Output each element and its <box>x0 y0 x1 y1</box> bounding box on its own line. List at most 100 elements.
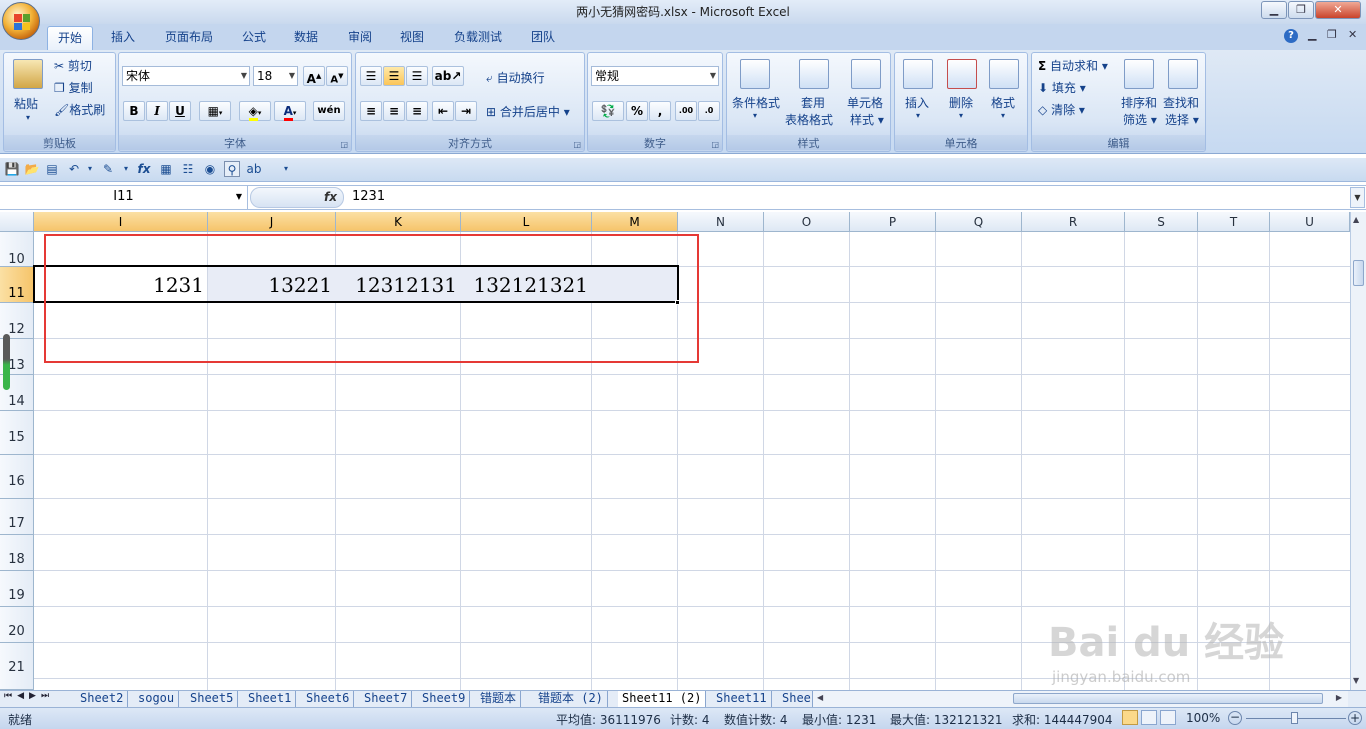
decrease-decimal-button[interactable]: .0 <box>698 101 720 121</box>
filter-icon[interactable]: ⚲ <box>224 161 240 177</box>
align-bottom-button[interactable]: ☰ <box>406 66 428 86</box>
font-color-button[interactable]: A▾ <box>274 101 306 121</box>
scroll-left-icon[interactable]: ◀ <box>817 693 823 702</box>
column-header-J[interactable]: J <box>208 212 336 232</box>
column-header-T[interactable]: T <box>1198 212 1270 232</box>
scroll-down-icon[interactable]: ▼ <box>1353 676 1359 685</box>
conditional-format-button[interactable]: 条件格式 <box>732 94 780 111</box>
sheet-tab[interactable]: sogou <box>134 691 180 707</box>
page-layout-view-icon[interactable] <box>1141 710 1157 725</box>
comma-button[interactable]: , <box>649 101 671 121</box>
zoom-slider-thumb[interactable] <box>1291 712 1298 724</box>
delete-cells-button[interactable]: 删除 <box>949 94 973 111</box>
minimize-button[interactable]: ▁ <box>1261 1 1287 19</box>
format-cells-button[interactable]: 格式 <box>991 94 1015 111</box>
align-right-button[interactable]: ≡ <box>406 101 428 121</box>
bold-button[interactable]: B <box>123 101 145 121</box>
undo-dropdown-icon[interactable]: ▾ <box>82 161 98 177</box>
format-painter-button[interactable]: 🖌格式刷 <box>54 101 105 118</box>
percent-button[interactable]: % <box>626 101 648 121</box>
currency-button[interactable]: 💱 <box>592 101 624 121</box>
fill-color-button[interactable]: ◈▾ <box>239 101 271 121</box>
office-button[interactable] <box>2 2 40 40</box>
row-header-11[interactable]: 11 <box>0 267 34 303</box>
pen-icon[interactable]: ✎ <box>100 161 116 177</box>
globe-icon[interactable]: ◉ <box>202 161 218 177</box>
row-header-19[interactable]: 19 <box>0 571 34 607</box>
increase-decimal-button[interactable]: .00 <box>675 101 697 121</box>
font-dialog-launcher-icon[interactable]: ◲ <box>340 140 348 149</box>
row-header-16[interactable]: 16 <box>0 455 34 499</box>
tab-load-test[interactable]: 负载测试 <box>444 26 512 50</box>
align-center-button[interactable]: ≡ <box>383 101 405 121</box>
tab-insert[interactable]: 插入 <box>101 26 145 50</box>
grid-icon[interactable]: ▦ <box>158 161 174 177</box>
sheet-tab[interactable]: Sheet7 <box>360 691 413 707</box>
wrap-text-button[interactable]: ⤶ 自动换行 <box>486 69 545 86</box>
sheet-tab[interactable]: Sheet2 <box>76 691 129 707</box>
column-header-L[interactable]: L <box>461 212 592 232</box>
restore-button[interactable]: ❐ <box>1288 1 1314 19</box>
undo-icon[interactable]: ↶ <box>66 161 82 177</box>
column-header-M[interactable]: M <box>592 212 678 232</box>
vertical-scrollbar[interactable]: ▲ ▼ <box>1350 212 1366 690</box>
merge-center-button[interactable]: ⊞ 合并后居中 ▾ <box>486 103 570 120</box>
column-header-N[interactable]: N <box>678 212 764 232</box>
paste-button[interactable]: 粘贴 <box>14 95 38 112</box>
tab-formulas[interactable]: 公式 <box>232 26 276 50</box>
cut-button[interactable]: ✂ 剪切 <box>54 57 92 74</box>
orientation-button[interactable]: ab↗ <box>432 66 464 86</box>
column-header-U[interactable]: U <box>1270 212 1350 232</box>
number-dialog-launcher-icon[interactable]: ◲ <box>711 140 719 149</box>
table-icon[interactable]: ☷ <box>180 161 196 177</box>
column-header-Q[interactable]: Q <box>936 212 1022 232</box>
page-break-view-icon[interactable] <box>1160 710 1176 725</box>
font-name-combo[interactable]: 宋体 ▼ <box>122 66 250 86</box>
align-middle-button[interactable]: ☰ <box>383 66 405 86</box>
zoom-in-icon[interactable]: + <box>1348 711 1362 725</box>
border-button[interactable]: ▦▾ <box>199 101 231 121</box>
zoom-out-icon[interactable]: − <box>1228 711 1242 725</box>
sheet-tab[interactable]: Sheet6 <box>302 691 355 707</box>
help-icon[interactable]: ? <box>1284 29 1298 43</box>
tab-view[interactable]: 视图 <box>390 26 434 50</box>
underline-button[interactable]: U <box>169 101 191 121</box>
format-as-table-button[interactable]: 套用 <box>801 94 825 111</box>
normal-view-icon[interactable] <box>1122 710 1138 725</box>
scroll-right-icon[interactable]: ▶ <box>1336 693 1342 702</box>
ribbon-minimize-icon[interactable]: ▁ <box>1308 28 1316 41</box>
decrease-indent-button[interactable]: ⇤ <box>432 101 454 121</box>
find-select-button[interactable]: 查找和 <box>1163 94 1199 111</box>
column-header-K[interactable]: K <box>336 212 461 232</box>
autosum-button[interactable]: Σ 自动求和 ▾ <box>1038 57 1108 74</box>
sheet-tab[interactable]: 错题本 <box>476 691 522 707</box>
tab-data[interactable]: 数据 <box>284 26 328 50</box>
print-preview-icon[interactable]: ▤ <box>44 161 60 177</box>
sheet-tab[interactable]: Shee <box>778 691 815 707</box>
insert-cells-button[interactable]: 插入 <box>905 94 929 111</box>
horizontal-scroll-thumb[interactable] <box>1013 693 1323 704</box>
ribbon-close-icon[interactable]: ✕ <box>1348 28 1357 41</box>
row-header-10[interactable]: 10 <box>0 232 34 267</box>
align-left-button[interactable]: ≡ <box>360 101 382 121</box>
row-header-20[interactable]: 20 <box>0 607 34 643</box>
number-format-combo[interactable]: 常规 ▼ <box>591 66 719 86</box>
row-header-18[interactable]: 18 <box>0 535 34 571</box>
pen-dropdown-icon[interactable]: ▾ <box>118 161 134 177</box>
sheet-tab[interactable]: Sheet5 <box>186 691 239 707</box>
row-header-15[interactable]: 15 <box>0 411 34 455</box>
fill-button[interactable]: ⬇ 填充 ▾ <box>1038 79 1086 96</box>
customize-qat-icon[interactable]: ▾ <box>278 161 294 177</box>
zoom-level[interactable]: 100% <box>1186 711 1220 725</box>
sheet-tab[interactable]: Sheet11 <box>712 691 772 707</box>
column-header-R[interactable]: R <box>1022 212 1125 232</box>
sheet-tab[interactable]: Sheet9 <box>418 691 471 707</box>
horizontal-scrollbar[interactable]: ◀ ▶ <box>812 691 1348 707</box>
font-size-combo[interactable]: 18 ▼ <box>253 66 298 86</box>
align-top-button[interactable]: ☰ <box>360 66 382 86</box>
ribbon-restore-icon[interactable]: ❐ <box>1327 28 1337 41</box>
scroll-up-icon[interactable]: ▲ <box>1353 215 1359 224</box>
sheet-tab[interactable]: 错题本 (2) <box>534 691 608 707</box>
select-all-corner[interactable] <box>0 212 34 232</box>
column-header-P[interactable]: P <box>850 212 936 232</box>
